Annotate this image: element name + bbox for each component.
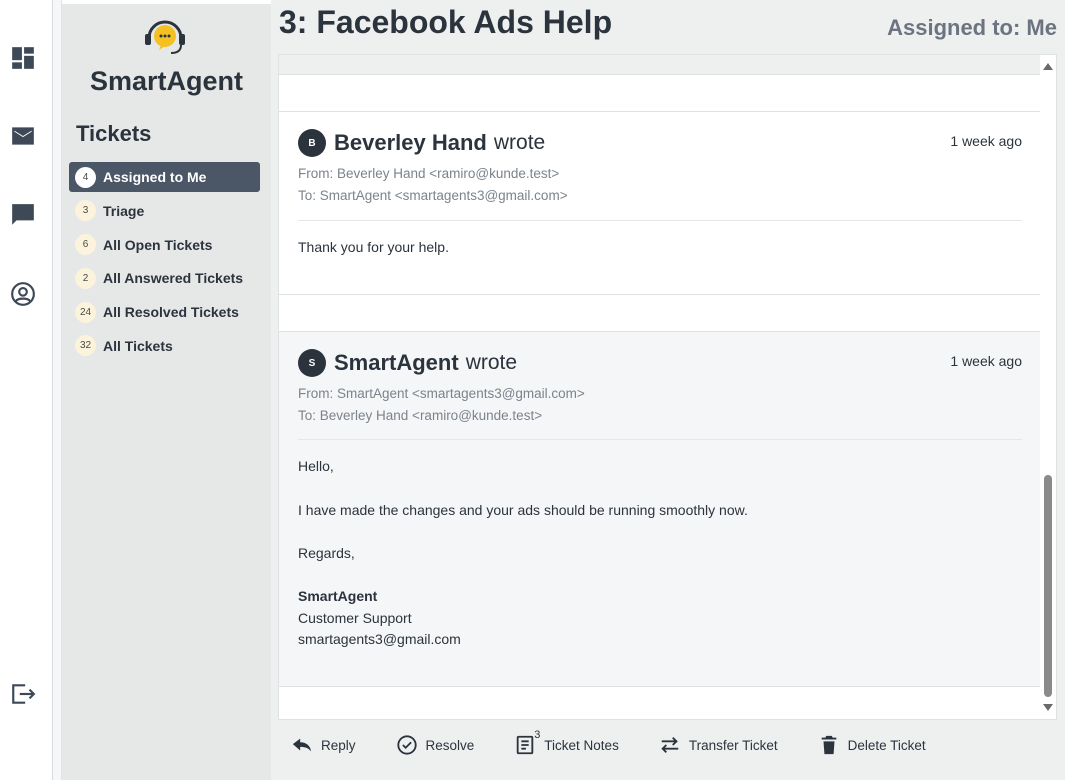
body-line: I have made the changes and your ads sho… <box>298 502 748 518</box>
signature-name: SmartAgent <box>298 588 378 604</box>
avatar: S <box>298 349 326 377</box>
to-line: To: SmartAgent <smartagents3@gmail.com> <box>298 188 568 203</box>
sidebar: SmartAgent Tickets 4 Assigned to Me 3 Tr… <box>62 4 271 780</box>
reply-label: Reply <box>321 737 356 753</box>
scrollbar[interactable] <box>1040 55 1056 719</box>
count-badge: 4 <box>75 166 96 188</box>
brand-name: SmartAgent <box>89 66 244 96</box>
transfer-ticket-button[interactable]: Transfer Ticket <box>659 734 778 756</box>
dashboard-icon[interactable] <box>9 44 37 72</box>
nav-all-answered-tickets[interactable]: 2 All Answered Tickets <box>69 263 260 293</box>
ticket-notes-label: Ticket Notes <box>544 737 619 753</box>
avatar: B <box>298 129 326 157</box>
count-badge: 2 <box>75 267 96 289</box>
scroll-down-arrow-icon[interactable] <box>1043 704 1053 711</box>
message-thread[interactable]: B Beverley Hand wrote 1 week ago From: B… <box>278 54 1057 720</box>
nav-all-open-tickets[interactable]: 6 All Open Tickets <box>69 230 260 260</box>
wrote-label: wrote <box>493 131 546 154</box>
scrollbar-thumb[interactable] <box>1044 475 1052 697</box>
ticket-nav: 4 Assigned to Me 3 Triage 6 All Open Tic… <box>69 162 260 365</box>
assigned-label: Assigned to: Me <box>887 15 1057 40</box>
body-line: Regards, <box>298 545 355 561</box>
trash-icon <box>821 735 836 755</box>
ticket-action-bar: Reply Resolve 3 Ticket Notes Transfer Ti… <box>291 729 966 756</box>
delete-ticket-button[interactable]: Delete Ticket <box>818 734 926 756</box>
nav-label: All Open Tickets <box>103 236 213 253</box>
transfer-icon <box>661 737 679 753</box>
sender-name: SmartAgent <box>334 350 459 375</box>
check-circle-icon <box>396 735 417 755</box>
mail-icon[interactable] <box>9 122 37 150</box>
header-divider <box>298 220 1022 221</box>
from-line: From: SmartAgent <smartagents3@gmail.com… <box>298 386 585 401</box>
message-time: 1 week ago <box>950 133 1022 149</box>
main-panel: 3: Facebook Ads Help Assigned to: Me B B… <box>271 0 1065 780</box>
nav-triage[interactable]: 3 Triage <box>69 196 260 226</box>
ticket-title: 3: Facebook Ads Help <box>279 4 613 40</box>
logout-icon[interactable] <box>9 680 37 708</box>
message-card: S SmartAgent wrote 1 week ago From: Smar… <box>279 331 1041 687</box>
count-badge: 3 <box>75 200 96 222</box>
nav-label: Assigned to Me <box>103 169 207 185</box>
count-badge: 24 <box>75 301 96 323</box>
tickets-heading: Tickets <box>76 121 152 146</box>
nav-label: All Tickets <box>103 337 173 354</box>
delete-ticket-label: Delete Ticket <box>847 737 926 753</box>
resolve-button[interactable]: Resolve <box>396 734 475 756</box>
reply-icon <box>292 738 312 752</box>
chat-icon[interactable] <box>9 201 37 229</box>
to-line: To: Beverley Hand <ramiro@kunde.test> <box>298 408 543 423</box>
count-badge: 32 <box>75 335 96 357</box>
body-line: Hello, <box>298 458 334 474</box>
transfer-ticket-label: Transfer Ticket <box>688 737 778 753</box>
notes-icon <box>517 735 534 755</box>
signature-email: smartagents3@gmail.com <box>298 631 461 647</box>
wrote-label: wrote <box>465 351 518 374</box>
account-icon[interactable] <box>9 280 37 308</box>
ticket-notes-button[interactable]: 3 Ticket Notes <box>514 729 619 756</box>
message-card: B Beverley Hand wrote 1 week ago From: B… <box>279 111 1041 295</box>
signature-title: Customer Support <box>298 610 412 626</box>
rail-divider <box>53 0 62 780</box>
nav-all-tickets[interactable]: 32 All Tickets <box>69 331 260 361</box>
from-line: From: Beverley Hand <ramiro@kunde.test> <box>298 166 560 181</box>
icon-rail <box>0 0 53 780</box>
nav-label: All Resolved Tickets <box>103 304 239 321</box>
scroll-up-arrow-icon[interactable] <box>1043 63 1053 70</box>
reply-button[interactable]: Reply <box>291 734 356 756</box>
nav-all-resolved-tickets[interactable]: 24 All Resolved Tickets <box>69 297 260 327</box>
headset-logo-icon <box>143 16 187 56</box>
notes-count: 3 <box>534 729 541 741</box>
nav-label: All Answered Tickets <box>103 270 244 287</box>
count-badge: 6 <box>75 234 96 256</box>
nav-label: Triage <box>103 202 145 219</box>
header-divider <box>298 439 1022 440</box>
resolve-label: Resolve <box>425 737 475 753</box>
nav-assigned-to-me[interactable]: 4 Assigned to Me <box>69 162 260 192</box>
message-time: 1 week ago <box>950 353 1022 369</box>
sender-name: Beverley Hand <box>334 130 487 155</box>
body-line: Thank you for your help. <box>298 239 449 255</box>
previous-message-edge <box>279 55 1041 75</box>
